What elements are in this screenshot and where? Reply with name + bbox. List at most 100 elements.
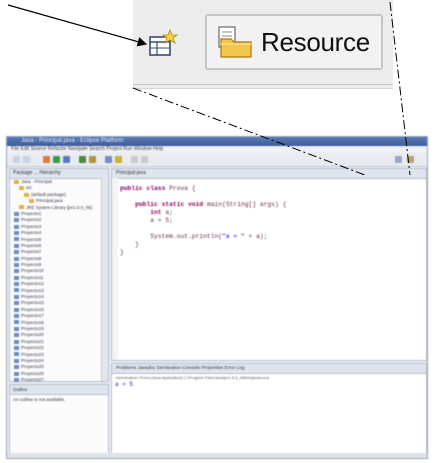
project-icon (14, 269, 19, 274)
tree-item-label: Proyecto5 (21, 236, 42, 242)
project-icon (14, 358, 19, 363)
folder-icon (14, 179, 19, 184)
outline-message: An outline is not available. (13, 397, 66, 402)
new-icon[interactable] (13, 156, 20, 163)
package-tree: Java - Principal src (default package) Prin… (10, 179, 108, 384)
perspective-label: Resource (261, 26, 370, 57)
project-icon (14, 262, 19, 267)
tree-item-label: Proyecto10 (21, 268, 44, 274)
open-type-icon[interactable] (105, 156, 112, 163)
nav-back-icon[interactable] (131, 156, 138, 163)
status-bar (7, 453, 427, 458)
run-icon[interactable] (53, 156, 60, 163)
project-icon (14, 326, 19, 331)
tree-item-label: Proyecto25 (21, 364, 44, 370)
project-icon (14, 333, 19, 338)
tree-item-label: Proyecto2 (21, 217, 42, 223)
console-output: a = 5 (115, 381, 134, 388)
external-tools-icon[interactable] (63, 156, 70, 163)
java-editor: Principal.java public class Prova { publ… (111, 168, 427, 361)
project-icon (14, 352, 19, 357)
project-icon (14, 301, 19, 306)
editor-tab[interactable]: Principal.java (112, 169, 426, 179)
project-icon (14, 211, 19, 216)
debug-icon[interactable] (43, 156, 50, 163)
project-icon (14, 320, 19, 325)
console-view: Problems Javadoc Declaration Console Pro… (111, 363, 427, 456)
outline-tab[interactable]: Outline (10, 385, 108, 395)
open-perspective-small-icon[interactable] (395, 156, 402, 163)
tree-item-label: Proyecto3 (21, 223, 42, 229)
project-icon (14, 243, 19, 248)
package-explorer-tabs[interactable]: Package ... Hierarchy (10, 169, 108, 179)
callout-arrow (7, 4, 148, 47)
code-line: int a; (150, 209, 173, 216)
project-icon (14, 256, 19, 261)
tree-item-label: Java - Principal (21, 179, 52, 184)
window-titlebar: Java - Principal.java - Eclipse Platform (7, 137, 427, 146)
tree-item-label: Proyecto8 (21, 255, 42, 261)
console-tabs[interactable]: Problems Javadoc Declaration Console Pro… (112, 364, 426, 374)
tree-item-label: Proyecto4 (21, 230, 42, 236)
toolbar-divider (133, 84, 393, 85)
project-icon (14, 250, 19, 255)
code-line: } (135, 241, 139, 248)
new-package-icon[interactable] (89, 156, 96, 163)
tree-scrollbar[interactable] (101, 178, 108, 381)
tree-item-label: Proyecto21 (21, 338, 44, 344)
tree-item-label: JRE System Library [jre1.5.0_06] (26, 204, 93, 210)
tree-item-label: Proyecto6 (21, 242, 42, 248)
code-line: public static void main(String[] args) { (135, 201, 287, 208)
zoomed-perspective-toolbar: Resource (133, 0, 393, 89)
code-area[interactable]: public class Prova { public static void … (120, 185, 286, 257)
java-perspective-icon[interactable] (407, 156, 414, 163)
tree-item-label: Proyecto11 (21, 274, 44, 280)
project-icon (14, 307, 19, 312)
project-icon (14, 224, 19, 229)
project-icon (14, 371, 19, 376)
menu-bar[interactable]: File Edit Source Refactor Navigate Searc… (7, 146, 427, 153)
folder-icon (19, 205, 24, 210)
tree-item[interactable]: Proyecto27 (10, 377, 108, 383)
new-class-icon[interactable] (79, 156, 86, 163)
tree-item-label: Proyecto1 (21, 210, 42, 216)
folder-icon (24, 192, 29, 197)
tree-item-label: Proyecto12 (21, 281, 44, 287)
project-icon (14, 288, 19, 293)
project-icon (14, 345, 19, 350)
eclipse-window: Java - Principal.java - Eclipse Platform… (6, 136, 428, 459)
project-icon (14, 314, 19, 319)
tree-item-label: Proyecto26 (21, 370, 44, 376)
folder-icon (29, 198, 34, 203)
tree-item-label: Proyecto19 (21, 325, 44, 331)
tree-item-label: Proyecto27 (21, 377, 44, 383)
project-icon (14, 275, 19, 280)
open-perspective-icon[interactable] (148, 29, 178, 59)
tree-item-label: Proyecto9 (21, 262, 42, 268)
tree-item-label: Proyecto14 (21, 294, 44, 300)
project-icon (14, 230, 19, 235)
save-icon[interactable] (23, 156, 30, 163)
project-icon (14, 294, 19, 299)
tree-item-label: Proyecto24 (21, 357, 44, 363)
search-icon[interactable] (115, 156, 122, 163)
project-icon (14, 377, 19, 382)
console-header: <terminated> Prova [Java Application] C:… (115, 375, 270, 380)
code-line: System.out.println("a = " + a); (150, 233, 268, 240)
resource-perspective-button[interactable]: Resource (205, 14, 383, 70)
code-line: } (120, 249, 124, 256)
resource-folder-icon (218, 26, 252, 58)
project-icon (14, 237, 19, 242)
package-explorer: Package ... Hierarchy Java - Principal sr… (9, 168, 109, 382)
nav-forward-icon[interactable] (141, 156, 148, 163)
tree-item-label: Proyecto15 (21, 300, 44, 306)
tree-item-label: (default package) (31, 191, 66, 197)
folder-icon (19, 186, 24, 191)
main-toolbar (7, 153, 427, 167)
tree-item-label: Proyecto18 (21, 319, 44, 325)
tree-item-label: Proyecto13 (21, 287, 44, 293)
project-icon (14, 218, 19, 223)
outline-view: Outline An outline is not available. (9, 384, 109, 456)
tree-item-label: Proyecto16 (21, 306, 44, 312)
